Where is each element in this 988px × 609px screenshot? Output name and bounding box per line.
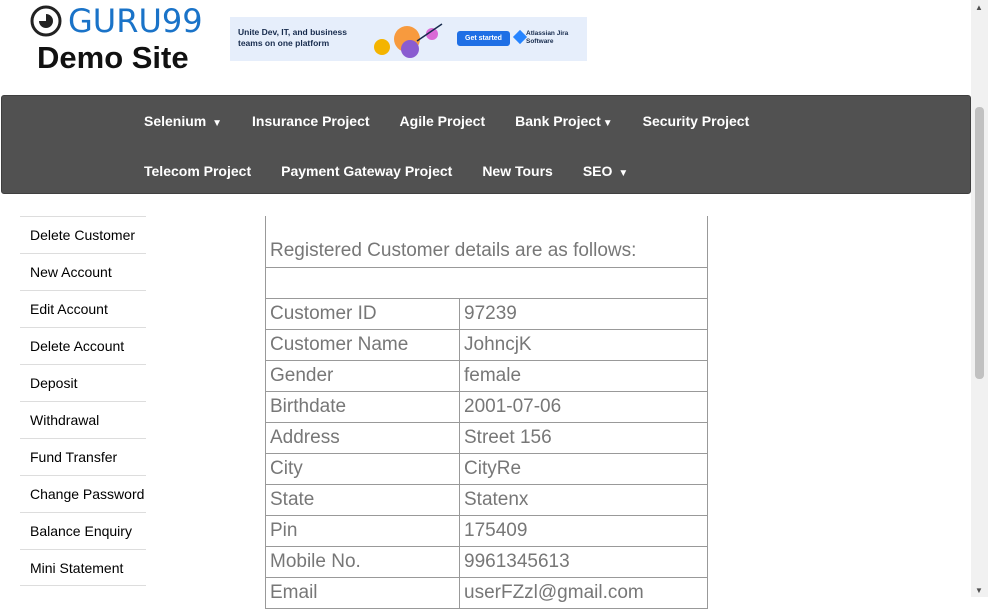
chevron-down-icon: ▼ — [618, 168, 629, 179]
blank-row — [265, 267, 708, 299]
nav-payment-gateway-project[interactable]: Payment Gateway Project — [266, 162, 467, 183]
table-row: Birthdate 2001-07-06 — [265, 391, 708, 423]
sidebar-item-new-account[interactable]: New Account — [20, 253, 146, 290]
sidebar-menu: Delete Customer New Account Edit Account… — [20, 216, 146, 586]
nav-seo[interactable]: SEO ▼ — [568, 162, 643, 183]
site-logo[interactable]: GURU99 Demo Site — [30, 4, 203, 76]
sidebar-item-balance-enquiry[interactable]: Balance Enquiry — [20, 512, 146, 549]
nav-agile-project[interactable]: Agile Project — [385, 112, 501, 133]
ad-banner[interactable]: Unite Dev, IT, and business teams on one… — [230, 17, 587, 61]
table-row: Mobile No. 9961345613 — [265, 546, 708, 578]
field-label: Email — [265, 577, 460, 609]
field-label: Customer Name — [265, 329, 460, 361]
scroll-up-arrow-icon[interactable]: ▲ — [975, 3, 983, 12]
details-heading: Registered Customer details are as follo… — [265, 216, 708, 268]
jira-icon — [512, 29, 528, 45]
field-value: 2001-07-06 — [459, 391, 708, 423]
field-label: City — [265, 453, 460, 485]
field-value: female — [459, 360, 708, 392]
nav-bank-project[interactable]: Bank Project ▼ — [500, 112, 628, 133]
nav-selenium[interactable]: Selenium ▼ — [129, 112, 237, 133]
table-row: Customer Name JohncjK — [265, 329, 708, 361]
banner-text: Unite Dev, IT, and business teams on one… — [238, 27, 347, 48]
nav-insurance-project[interactable]: Insurance Project — [237, 112, 385, 133]
sidebar-item-edit-account[interactable]: Edit Account — [20, 290, 146, 327]
field-label: Gender — [265, 360, 460, 392]
customer-details-panel: Registered Customer details are as follo… — [265, 216, 708, 609]
field-label: Pin — [265, 515, 460, 547]
table-row: City CityRe — [265, 453, 708, 485]
nav-row-1: Selenium ▼ Insurance Project Agile Proje… — [129, 112, 764, 133]
field-label: Customer ID — [265, 298, 460, 330]
table-row: Pin 175409 — [265, 515, 708, 547]
sidebar-item-deposit[interactable]: Deposit — [20, 364, 146, 401]
field-value: 175409 — [459, 515, 708, 547]
main-navbar: Selenium ▼ Insurance Project Agile Proje… — [1, 95, 971, 194]
nav-telecom-project[interactable]: Telecom Project — [129, 162, 266, 183]
table-row: Address Street 156 — [265, 422, 708, 454]
table-row: Gender female — [265, 360, 708, 392]
field-value: Street 156 — [459, 422, 708, 454]
table-row: Email userFZzl@gmail.com — [265, 577, 708, 609]
chevron-down-icon: ▼ — [602, 118, 613, 129]
nav-new-tours[interactable]: New Tours — [467, 162, 568, 183]
banner-illustration — [374, 23, 443, 58]
field-label: Address — [265, 422, 460, 454]
logo-subtitle: Demo Site — [37, 40, 189, 75]
field-value: userFZzl@gmail.com — [459, 577, 708, 609]
scrollbar-thumb[interactable] — [975, 107, 984, 379]
sidebar-item-fund-transfer[interactable]: Fund Transfer — [20, 438, 146, 475]
banner-get-started-button[interactable]: Get started — [457, 31, 510, 46]
chevron-down-icon: ▼ — [212, 118, 223, 129]
field-value: 97239 — [459, 298, 708, 330]
sidebar-item-withdrawal[interactable]: Withdrawal — [20, 401, 146, 438]
sidebar-item-change-password[interactable]: Change Password — [20, 475, 146, 512]
field-value: 9961345613 — [459, 546, 708, 578]
sidebar-item-delete-customer[interactable]: Delete Customer — [20, 216, 146, 253]
field-value: JohncjK — [459, 329, 708, 361]
field-label: Birthdate — [265, 391, 460, 423]
nav-security-project[interactable]: Security Project — [628, 112, 765, 133]
nav-row-2: Telecom Project Payment Gateway Project … — [129, 162, 643, 183]
field-value: CityRe — [459, 453, 708, 485]
sidebar-item-mini-statement[interactable]: Mini Statement — [20, 549, 146, 586]
scroll-down-arrow-icon[interactable]: ▼ — [975, 586, 983, 595]
banner-brand: Atlassian Jira Software — [526, 30, 569, 45]
sidebar-item-delete-account[interactable]: Delete Account — [20, 327, 146, 364]
customer-details-table: Registered Customer details are as follo… — [265, 216, 708, 609]
field-value: Statenx — [459, 484, 708, 516]
table-row: Customer ID 97239 — [265, 298, 708, 330]
logo-brand-text: GURU99 — [68, 2, 203, 40]
field-label: State — [265, 484, 460, 516]
guru99-logo-icon — [30, 5, 62, 37]
page-scrollbar[interactable]: ▲ ▼ — [971, 0, 988, 597]
table-row: State Statenx — [265, 484, 708, 516]
field-label: Mobile No. — [265, 546, 460, 578]
